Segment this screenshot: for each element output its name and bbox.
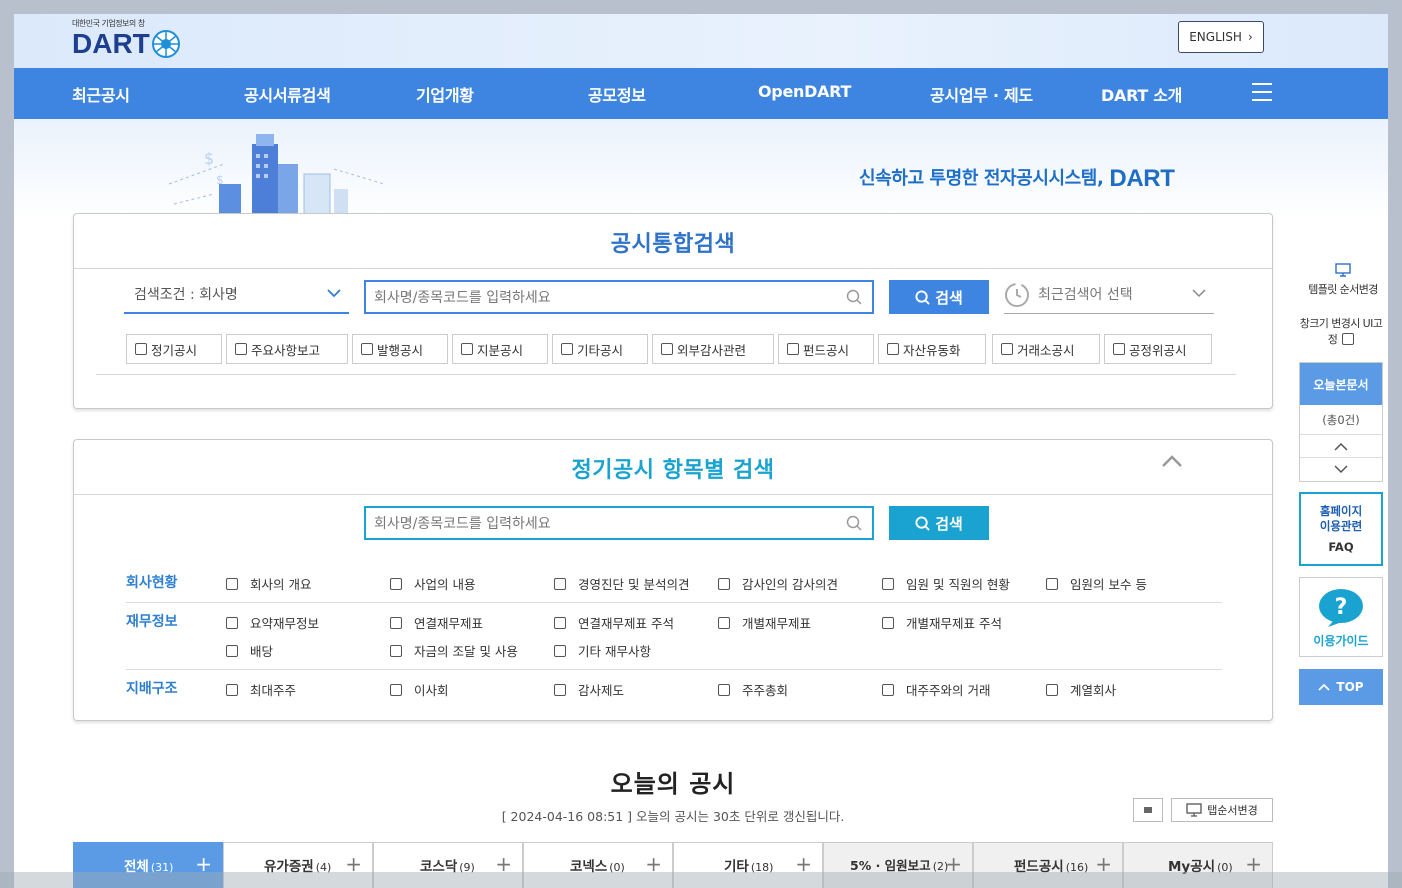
- divider: [126, 602, 1222, 603]
- clock-icon: [1005, 283, 1029, 307]
- chevron-up-icon[interactable]: [1300, 435, 1382, 458]
- chevron-down-icon: [1192, 289, 1206, 298]
- fix-ui-toggle[interactable]: 창크기 변경시 UI고정: [1299, 316, 1383, 348]
- checkbox-abs[interactable]: 자산유동화: [878, 334, 986, 364]
- integrated-search-panel: 공시통합검색 검색조건 : 회사명 회사명/종목코드를 입력하세요 검색 최근검…: [73, 213, 1273, 409]
- divider: [126, 669, 1222, 670]
- top-bar: 대한민국 기업정보의 창 DART ENGLISH ›: [14, 14, 1388, 68]
- category-governance-label: 지배구조: [126, 681, 178, 697]
- nav-company[interactable]: 기업개황: [416, 82, 474, 106]
- guide-button[interactable]: ? 이용가이드: [1299, 577, 1383, 657]
- square-icon: [1144, 807, 1152, 813]
- faq-button[interactable]: 홈페이지 이용관련 FAQ: [1299, 492, 1383, 566]
- nav-opendart[interactable]: OpenDART: [758, 82, 851, 101]
- check-item[interactable]: 임원의 보수 등: [1046, 574, 1147, 593]
- check-item[interactable]: 이사회: [390, 680, 449, 699]
- chevron-down-icon[interactable]: [1300, 458, 1382, 481]
- monitor-icon: [1186, 803, 1202, 817]
- checkbox-other[interactable]: 기타공시: [552, 334, 648, 364]
- recent-search-select[interactable]: 최근검색어 선택: [1004, 276, 1214, 314]
- menu-icon[interactable]: [1252, 83, 1272, 101]
- check-item[interactable]: 경영진단 및 분석의견: [554, 574, 689, 593]
- periodic-search-panel: 정기공시 항목별 검색 회사명/종목코드를 입력하세요 검색 회사현황 회사의 …: [73, 439, 1273, 721]
- fix-ui-checkbox[interactable]: [1342, 333, 1355, 345]
- check-item[interactable]: 대주주와의 거래: [882, 680, 990, 699]
- category-company-label: 회사현황: [126, 575, 178, 591]
- help-bubble-icon: ?: [1319, 589, 1363, 627]
- svg-text:$: $: [204, 149, 214, 168]
- chevron-up-icon[interactable]: [1161, 454, 1183, 468]
- check-item[interactable]: 연결재무제표 주석: [554, 613, 674, 632]
- top-button[interactable]: TOP: [1299, 669, 1383, 705]
- logo-text: DART: [72, 28, 150, 59]
- window-edge: [0, 872, 1402, 888]
- checkbox-exchange[interactable]: 거래소공시: [992, 334, 1100, 364]
- checkbox-periodic[interactable]: 정기공시: [126, 334, 222, 364]
- today-docs-count: (총0건): [1300, 405, 1382, 435]
- hero-banner: $ $: [14, 119, 1388, 219]
- main-nav: 최근공시 공시서류검색 기업개황 공모정보 OpenDART 공시업무 · 제도…: [14, 68, 1388, 119]
- checkbox-issuance[interactable]: 발행공시: [352, 334, 448, 364]
- check-item[interactable]: 사업의 내용: [390, 574, 475, 593]
- integrated-search-button[interactable]: 검색: [889, 280, 989, 314]
- slogan-brand: DART: [1109, 165, 1175, 192]
- nav-doc-search[interactable]: 공시서류검색: [244, 82, 331, 106]
- today-title: 오늘의 공시: [610, 770, 736, 798]
- check-item[interactable]: 개별재무제표: [718, 613, 811, 632]
- company-search-input[interactable]: 회사명/종목코드를 입력하세요: [364, 280, 874, 314]
- search-condition-select[interactable]: 검색조건 : 회사명: [124, 276, 349, 314]
- check-item[interactable]: 감사인의 감사의견: [718, 574, 838, 593]
- chevron-up-icon: [1318, 683, 1331, 691]
- check-item[interactable]: 기타 재무사항: [554, 641, 651, 660]
- periodic-search-input[interactable]: 회사명/종목코드를 입력하세요: [364, 506, 874, 540]
- divider: [96, 374, 1236, 375]
- periodic-search-title: 정기공시 항목별 검색: [571, 458, 775, 483]
- check-item[interactable]: 임원 및 직원의 현황: [882, 574, 1010, 593]
- check-item[interactable]: 최대주주: [226, 680, 296, 699]
- check-item[interactable]: 회사의 개요: [226, 574, 311, 593]
- search-icon: [846, 515, 862, 531]
- check-item[interactable]: 요약재무정보: [226, 613, 319, 632]
- english-button[interactable]: ENGLISH ›: [1178, 21, 1264, 53]
- monitor-icon: [1335, 263, 1351, 277]
- check-item[interactable]: 감사제도: [554, 680, 624, 699]
- checkbox-ftc[interactable]: 공정위공시: [1104, 334, 1212, 364]
- svg-text:?: ?: [1335, 595, 1348, 620]
- nav-offering[interactable]: 공모정보: [588, 82, 646, 106]
- integrated-search-title: 공시통합검색: [610, 232, 736, 257]
- category-finance-label: 재무정보: [126, 614, 178, 630]
- check-item[interactable]: 주주총회: [718, 680, 788, 699]
- logo-globe-icon: [151, 30, 180, 58]
- check-item[interactable]: 개별재무제표 주석: [882, 613, 1002, 632]
- check-item[interactable]: 연결재무제표: [390, 613, 483, 632]
- chevron-down-icon: [327, 289, 341, 298]
- today-docs-widget: 오늘본문서 (총0건): [1299, 362, 1383, 482]
- checkbox-fund[interactable]: 펀드공시: [778, 334, 874, 364]
- template-order-link[interactable]: 템플릿 순서변경: [1299, 262, 1387, 297]
- checkbox-major[interactable]: 주요사항보고: [226, 334, 348, 364]
- city-illustration-icon: $ $: [168, 134, 385, 219]
- checkbox-equity[interactable]: 지분공시: [452, 334, 548, 364]
- check-item[interactable]: 배당: [226, 641, 273, 660]
- check-item[interactable]: 계열회사: [1046, 680, 1116, 699]
- chevron-right-icon: ›: [1247, 30, 1253, 44]
- search-icon: [915, 289, 930, 305]
- page-frame: 대한민국 기업정보의 창 DART ENGLISH › 최근공시 공시서류검색 …: [14, 14, 1388, 888]
- view-toggle-button[interactable]: [1133, 798, 1163, 822]
- today-docs-title: 오늘본문서: [1300, 363, 1382, 405]
- search-icon: [846, 289, 862, 305]
- search-icon: [915, 515, 930, 531]
- nav-about[interactable]: DART 소개: [1101, 82, 1182, 106]
- divider: [74, 494, 1272, 495]
- checkbox-audit[interactable]: 외부감사관련: [652, 334, 774, 364]
- divider: [74, 268, 1272, 269]
- nav-system[interactable]: 공시업무 · 제도: [930, 82, 1033, 106]
- tab-order-button[interactable]: 탭순서변경: [1171, 798, 1273, 822]
- periodic-search-button[interactable]: 검색: [889, 506, 989, 540]
- check-item[interactable]: 자금의 조달 및 사용: [390, 641, 518, 660]
- hero-slogan: 신속하고 투명한 전자공시시스템, DART: [859, 165, 1175, 192]
- nav-recent[interactable]: 최근공시: [72, 82, 130, 106]
- dart-logo[interactable]: 대한민국 기업정보의 창 DART: [72, 18, 181, 59]
